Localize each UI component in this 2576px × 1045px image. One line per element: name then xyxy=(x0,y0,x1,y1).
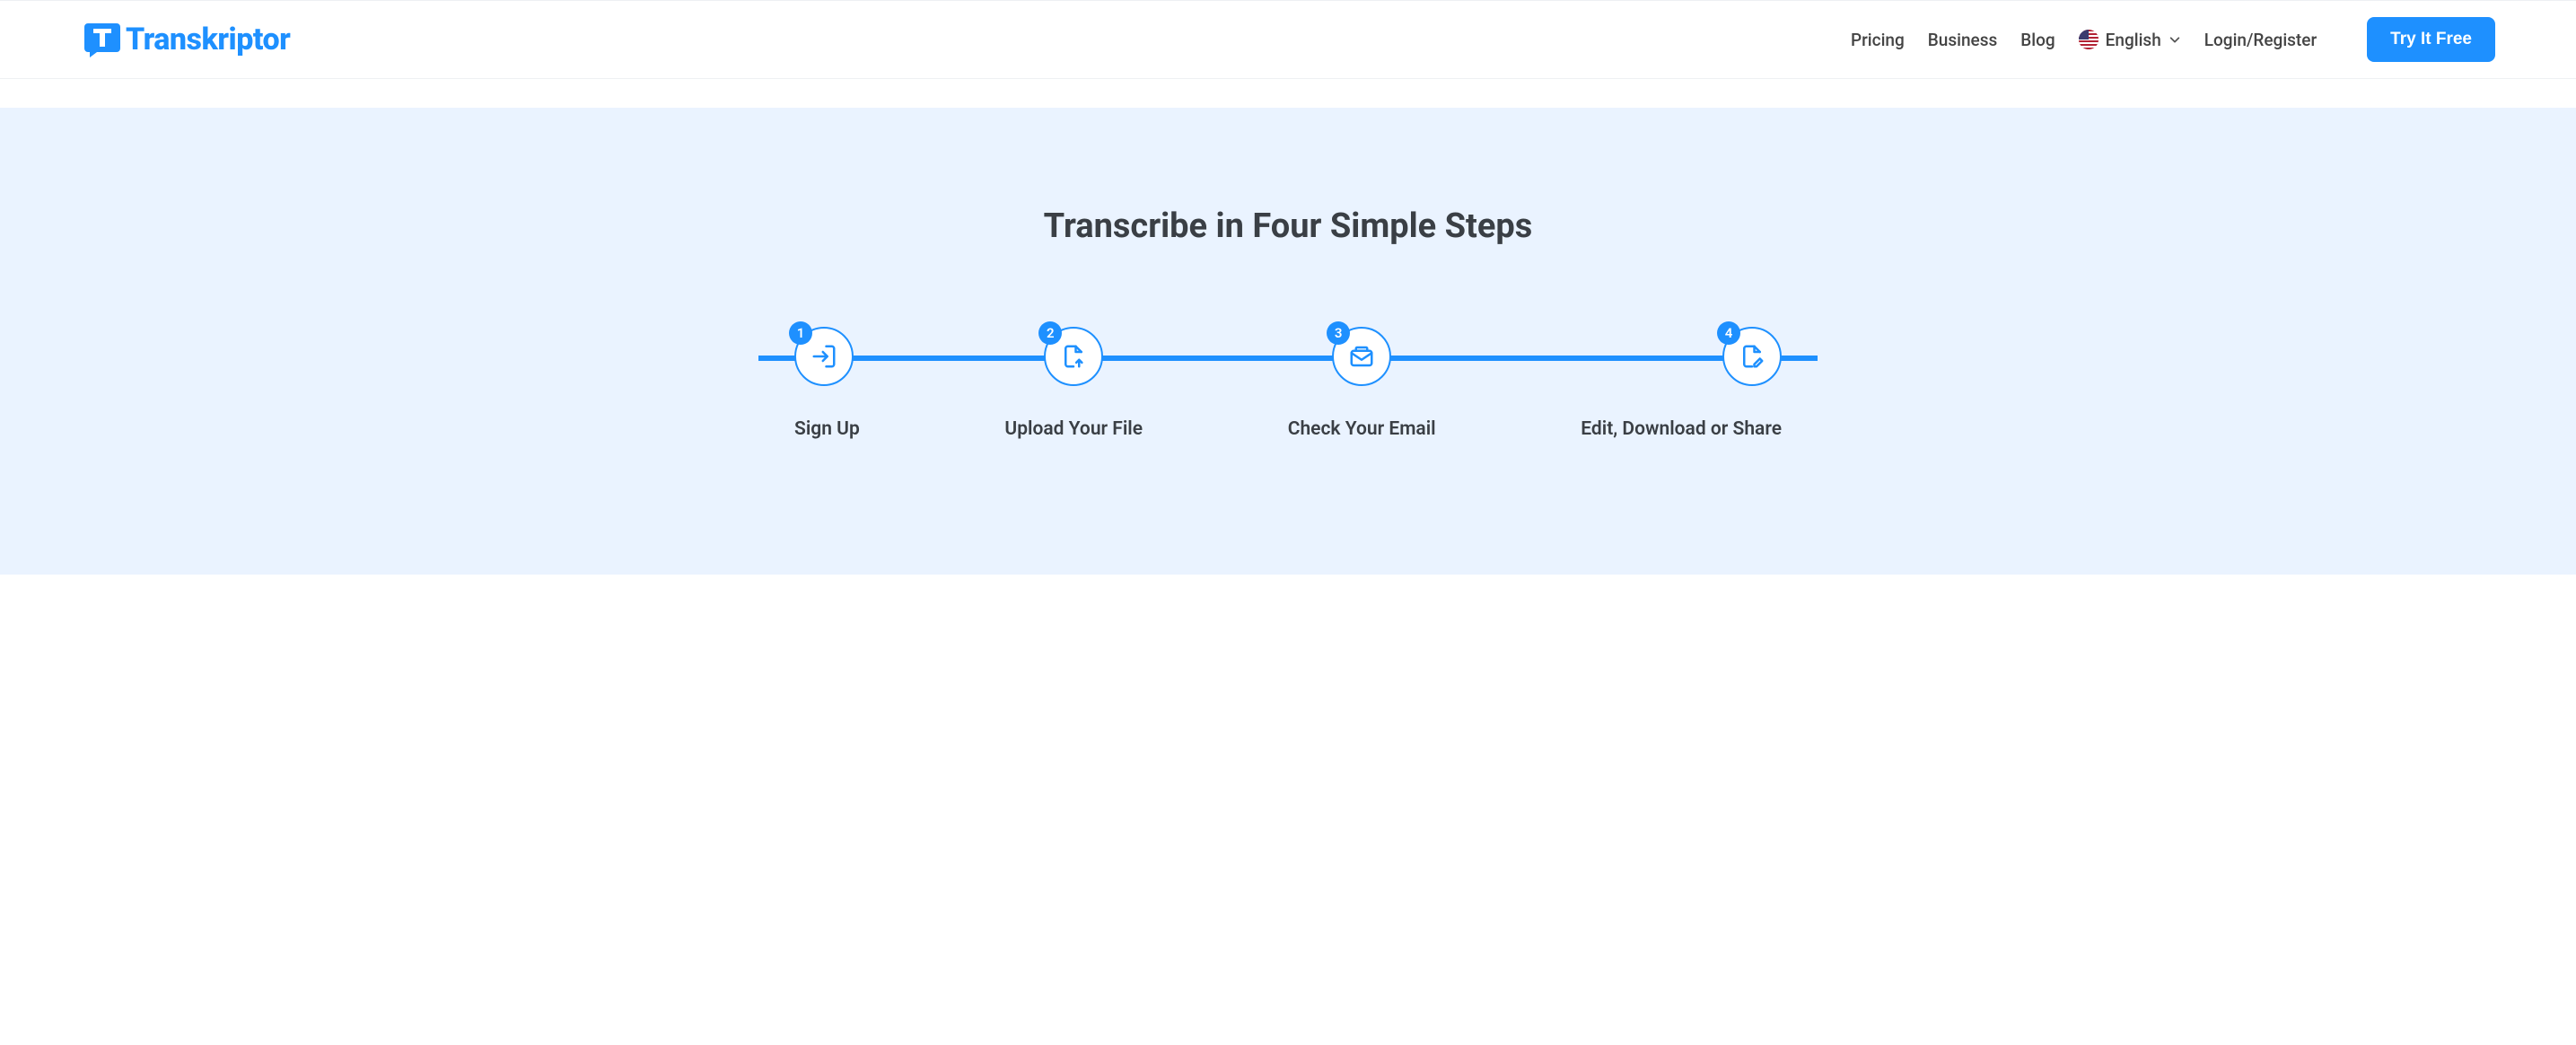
signin-icon xyxy=(810,343,837,370)
try-free-button[interactable]: Try It Free xyxy=(2367,17,2495,62)
envelope-icon xyxy=(1348,343,1375,370)
main-nav: Pricing Business Blog English Login/Regi… xyxy=(1851,17,2495,62)
brand-name: Transkriptor xyxy=(126,22,290,57)
chevron-down-icon xyxy=(2169,33,2181,46)
step-number-badge: 3 xyxy=(1327,321,1350,345)
step-edit: 4 Edit, Download or Share xyxy=(1581,327,1782,440)
site-header: Transkriptor Pricing Business Blog Engli… xyxy=(0,0,2576,79)
brand-logo[interactable]: Transkriptor xyxy=(81,18,290,61)
step-label: Edit, Download or Share xyxy=(1581,418,1782,440)
steps-section: Transcribe in Four Simple Steps 1 Sign U… xyxy=(0,108,2576,575)
step-email: 3 Check Your Email xyxy=(1288,327,1436,440)
step-upload: 2 Upload Your File xyxy=(1004,327,1143,440)
step-number-badge: 1 xyxy=(789,321,812,345)
step-number-badge: 4 xyxy=(1717,321,1740,345)
section-title: Transcribe in Four Simple Steps xyxy=(0,206,2576,246)
logo-icon xyxy=(81,18,124,61)
nav-business[interactable]: Business xyxy=(1928,30,1998,50)
flag-us-icon xyxy=(2079,30,2098,49)
step-label: Upload Your File xyxy=(1004,418,1143,440)
upload-file-icon xyxy=(1060,343,1087,370)
language-selector[interactable]: English xyxy=(2079,30,2181,50)
nav-pricing[interactable]: Pricing xyxy=(1851,30,1905,50)
steps-container: 1 Sign Up 2 xyxy=(705,327,1871,440)
edit-file-icon xyxy=(1739,343,1766,370)
step-signup: 1 Sign Up xyxy=(794,327,860,440)
nav-blog[interactable]: Blog xyxy=(2020,30,2055,50)
step-label: Check Your Email xyxy=(1288,418,1436,440)
step-label: Sign Up xyxy=(794,418,860,440)
language-label: English xyxy=(2106,30,2161,50)
nav-login[interactable]: Login/Register xyxy=(2204,30,2317,50)
